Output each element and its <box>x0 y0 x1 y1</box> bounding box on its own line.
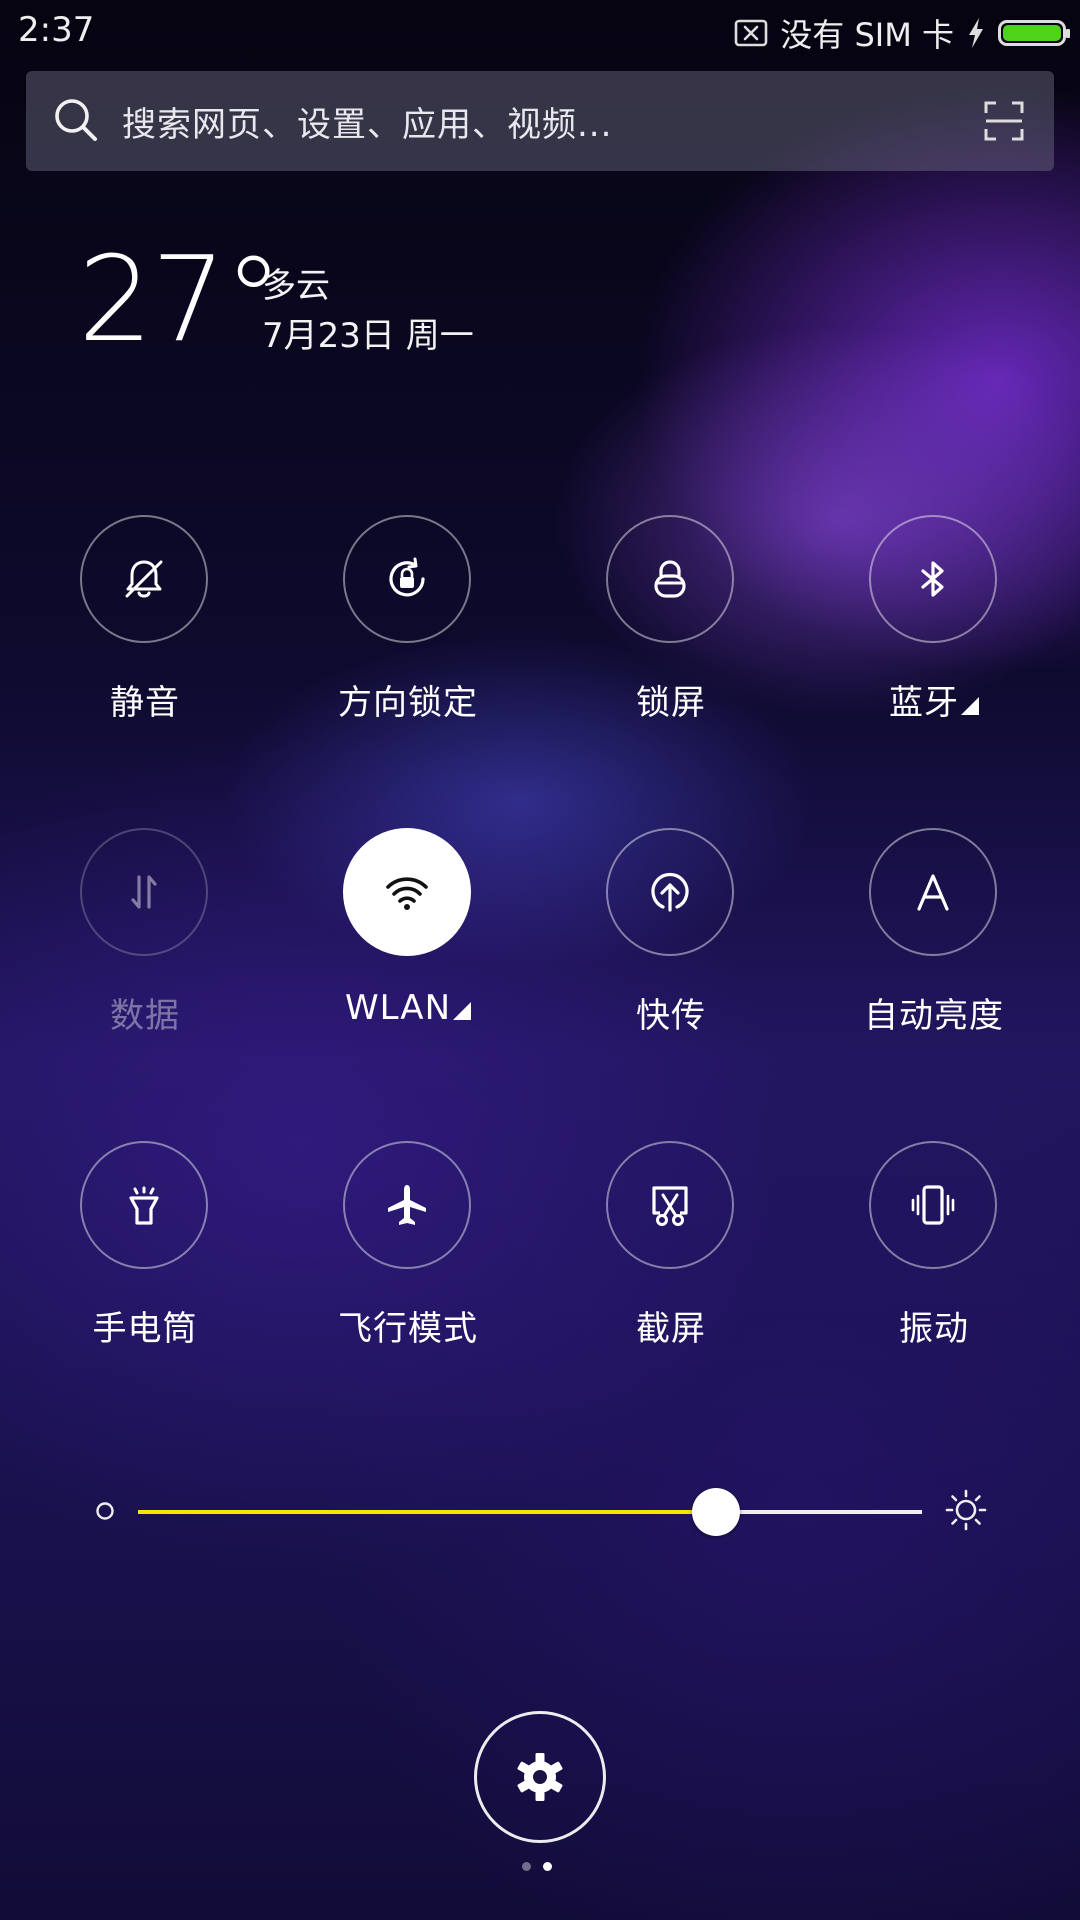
brightness-control <box>0 1470 1080 1550</box>
toggle-wlan-button[interactable] <box>343 828 471 956</box>
status-right-group: 没有 SIM 卡 <box>734 10 1070 56</box>
search-icon <box>52 96 100 144</box>
toggle-lock-screen-label: 锁屏 <box>636 683 706 723</box>
toggle-airplane[interactable]: 飞行模式 <box>278 1141 538 1361</box>
toggle-mobile-data[interactable]: 数据 <box>15 828 275 1048</box>
toggle-lock-screen-button[interactable] <box>606 515 734 643</box>
toggle-vibrate-label: 振动 <box>899 1309 969 1349</box>
weather-date: 7月23日 周一 <box>262 316 474 356</box>
brightness-slider[interactable] <box>138 1488 922 1536</box>
flashlight-icon <box>129 1186 159 1225</box>
brightness-high-icon <box>944 1488 988 1532</box>
toggle-flashlight-label: 手电筒 <box>92 1309 198 1349</box>
sim-status-text: 没有 SIM 卡 <box>780 16 954 54</box>
toggle-vibrate-button[interactable] <box>869 1141 997 1269</box>
toggle-rotation-lock-label: 方向锁定 <box>338 683 478 723</box>
lock-icon <box>654 560 686 598</box>
toggle-wlan-label: WLAN <box>278 988 538 1028</box>
scan-icon[interactable] <box>984 101 1024 141</box>
toggle-screenshot[interactable]: 截屏 <box>541 1141 801 1361</box>
toggle-mobile-data-label: 数据 <box>110 996 180 1036</box>
toggle-flashlight-button[interactable] <box>80 1141 208 1269</box>
toggle-wlan[interactable]: WLAN <box>278 828 538 1048</box>
brightness-low-icon <box>95 1501 115 1521</box>
data-arrows-icon <box>131 875 157 909</box>
search-input[interactable]: 搜索网页、设置、应用、视频... <box>122 97 612 146</box>
toggle-airplane-label: 飞行模式 <box>338 1309 478 1349</box>
toggle-airplane-button[interactable] <box>343 1141 471 1269</box>
wifi-icon <box>386 877 428 910</box>
toggle-silent-button[interactable] <box>80 515 208 643</box>
rotation-lock-icon <box>389 557 425 597</box>
toggle-rotation-lock[interactable]: 方向锁定 <box>278 515 538 735</box>
battery-icon <box>998 20 1070 46</box>
toggle-quick-transfer-button[interactable] <box>606 828 734 956</box>
submenu-indicator-icon <box>453 1002 472 1020</box>
page-indicator <box>522 1862 552 1871</box>
toggle-silent-label: 静音 <box>110 683 180 723</box>
toggle-mobile-data-button[interactable] <box>80 828 208 956</box>
weather-temperature: 27° <box>78 230 283 368</box>
toggle-screenshot-button[interactable] <box>606 1141 734 1269</box>
toggle-auto-brightness[interactable]: 自动亮度 <box>804 828 1064 1048</box>
toggle-auto-brightness-button[interactable] <box>869 828 997 956</box>
search-bar[interactable]: 搜索网页、设置、应用、视频... <box>26 71 1054 171</box>
page-dot <box>522 1862 531 1871</box>
toggle-quick-transfer-label: 快传 <box>636 996 706 1036</box>
brightness-slider-thumb[interactable] <box>691 1488 740 1536</box>
battery-fill <box>1003 25 1061 41</box>
status-bar: 2:37 没有 SIM 卡 <box>0 0 1080 60</box>
status-time: 2:37 <box>18 10 95 50</box>
no-sim-icon <box>734 18 768 48</box>
quick-settings-screen: 2:37 没有 SIM 卡 搜索网页、设置、应用、视频... 27° 多云 7月… <box>0 0 1080 1920</box>
airplane-icon <box>388 1185 426 1225</box>
charging-bolt-icon <box>966 17 986 49</box>
weather-condition: 多云 <box>262 266 330 306</box>
settings-button[interactable] <box>474 1711 606 1843</box>
toggle-silent[interactable]: 静音 <box>15 515 275 735</box>
toggle-bluetooth-label: 蓝牙 <box>804 675 1064 724</box>
toggle-quick-transfer[interactable]: 快传 <box>541 828 801 1048</box>
toggle-auto-brightness-label: 自动亮度 <box>864 996 1004 1036</box>
toggle-flashlight[interactable]: 手电筒 <box>15 1141 275 1361</box>
toggle-rotation-lock-button[interactable] <box>343 515 471 643</box>
toggle-lock-screen[interactable]: 锁屏 <box>541 515 801 735</box>
submenu-indicator-icon <box>961 697 979 715</box>
vibrate-icon <box>911 1185 955 1225</box>
brightness-slider-fill <box>138 1510 716 1514</box>
toggle-bluetooth[interactable]: 蓝牙 <box>804 515 1064 735</box>
toggle-vibrate[interactable]: 振动 <box>804 1141 1064 1361</box>
upload-icon <box>651 872 689 912</box>
gear-icon <box>517 1753 563 1801</box>
bell-off-icon <box>125 560 163 598</box>
scissors-icon <box>652 1186 688 1226</box>
bluetooth-icon <box>921 561 944 597</box>
page-dot <box>543 1862 552 1871</box>
toggle-bluetooth-button[interactable] <box>869 515 997 643</box>
auto-brightness-icon <box>917 874 949 911</box>
toggle-screenshot-label: 截屏 <box>636 1309 706 1349</box>
